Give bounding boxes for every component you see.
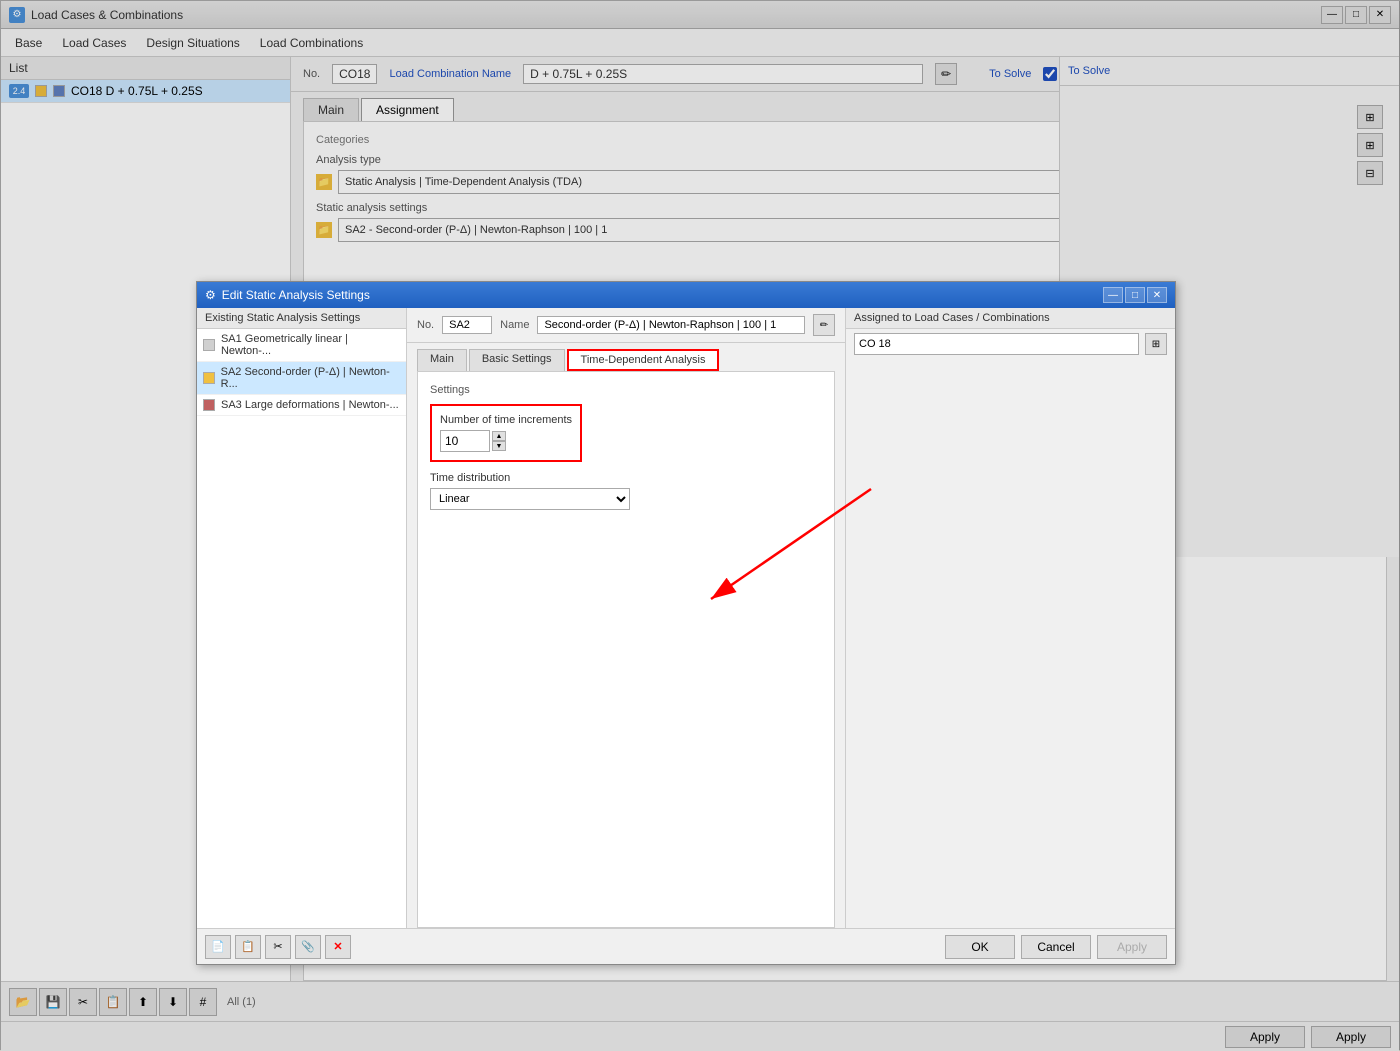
dialog-no-row: No. Name ✏ bbox=[407, 308, 845, 343]
sa3-text: SA3 Large deformations | Newton-... bbox=[221, 399, 399, 411]
main-window: ⚙ Load Cases & Combinations — □ ✕ Base L… bbox=[0, 0, 1400, 1050]
assigned-icon-btn[interactable]: ⊞ bbox=[1145, 333, 1167, 355]
dlg-copy-btn[interactable]: 📋 bbox=[235, 935, 261, 959]
number-increments-box: Number of time increments ▲ ▼ bbox=[430, 404, 582, 462]
dialog-left-header: Existing Static Analysis Settings bbox=[197, 308, 406, 329]
dialog-title-btns: — □ ✕ bbox=[1103, 287, 1167, 303]
dialog-assigned-row: ⊞ bbox=[846, 329, 1175, 359]
sa2-color bbox=[203, 372, 215, 384]
dialog-bottom: 📄 📋 ✂ 📎 ✕ OK Cancel Apply bbox=[197, 928, 1175, 964]
sa1-text: SA1 Geometrically linear | Newton-... bbox=[221, 333, 400, 357]
spinner-down-btn[interactable]: ▼ bbox=[492, 441, 506, 451]
dialog-content: Settings Number of time increments ▲ ▼ bbox=[417, 371, 835, 928]
dialog-right-header: Assigned to Load Cases / Combinations bbox=[846, 308, 1175, 329]
dialog-apply-btn[interactable]: Apply bbox=[1097, 935, 1167, 959]
num-inc-input[interactable] bbox=[440, 430, 490, 452]
sa3-color bbox=[203, 399, 215, 411]
dialog-no-label: No. bbox=[417, 319, 434, 331]
num-inc-input-row: ▲ ▼ bbox=[440, 430, 572, 452]
dialog-title: Edit Static Analysis Settings bbox=[222, 288, 1097, 302]
dialog-bottom-left: 📄 📋 ✂ 📎 ✕ bbox=[205, 935, 351, 959]
time-dist-select[interactable]: Linear bbox=[430, 488, 630, 510]
time-dist-label: Time distribution bbox=[430, 472, 822, 484]
dlg-paste-btn[interactable]: 📎 bbox=[295, 935, 321, 959]
sa1-color bbox=[203, 339, 215, 351]
assigned-input[interactable] bbox=[854, 333, 1139, 355]
dialog-ok-btn[interactable]: OK bbox=[945, 935, 1015, 959]
settings-label: Settings bbox=[430, 384, 822, 396]
spinner-btns: ▲ ▼ bbox=[492, 431, 506, 451]
dialog-middle-panel: No. Name ✏ Main Basic Settings Time-Depe… bbox=[407, 308, 845, 928]
dialog-tab-tda[interactable]: Time-Dependent Analysis bbox=[567, 349, 720, 371]
num-inc-label: Number of time increments bbox=[440, 414, 572, 426]
dlg-new-btn[interactable]: 📄 bbox=[205, 935, 231, 959]
dialog-edit-static: ⚙ Edit Static Analysis Settings — □ ✕ Ex… bbox=[196, 281, 1176, 965]
sa-item-2[interactable]: SA2 Second-order (P-Δ) | Newton-R... bbox=[197, 362, 406, 395]
dialog-name-input[interactable] bbox=[537, 316, 805, 334]
dlg-delete-btn[interactable]: ✕ bbox=[325, 935, 351, 959]
dialog-name-label: Name bbox=[500, 319, 529, 331]
dialog-tab-main[interactable]: Main bbox=[417, 349, 467, 371]
dialog-tab-basic[interactable]: Basic Settings bbox=[469, 349, 565, 371]
dialog-icon: ⚙ bbox=[205, 288, 216, 302]
dialog-right-panel: Assigned to Load Cases / Combinations ⊞ bbox=[845, 308, 1175, 928]
dialog-titlebar: ⚙ Edit Static Analysis Settings — □ ✕ bbox=[197, 282, 1175, 308]
sa-item-3[interactable]: SA3 Large deformations | Newton-... bbox=[197, 395, 406, 416]
dialog-tabs: Main Basic Settings Time-Dependent Analy… bbox=[407, 343, 845, 371]
dialog-body: Existing Static Analysis Settings SA1 Ge… bbox=[197, 308, 1175, 928]
dialog-name-edit-btn[interactable]: ✏ bbox=[813, 314, 835, 336]
sa2-text: SA2 Second-order (P-Δ) | Newton-R... bbox=[221, 366, 400, 390]
dlg-cut-btn[interactable]: ✂ bbox=[265, 935, 291, 959]
dialog-no-input[interactable] bbox=[442, 316, 492, 334]
dialog-left-panel: Existing Static Analysis Settings SA1 Ge… bbox=[197, 308, 407, 928]
dialog-close-btn[interactable]: ✕ bbox=[1147, 287, 1167, 303]
modal-overlay: ⚙ Edit Static Analysis Settings — □ ✕ Ex… bbox=[1, 1, 1400, 1051]
dialog-bottom-right: OK Cancel Apply bbox=[945, 935, 1167, 959]
dialog-minimize-btn[interactable]: — bbox=[1103, 287, 1123, 303]
dialog-cancel-btn[interactable]: Cancel bbox=[1021, 935, 1091, 959]
dialog-maximize-btn[interactable]: □ bbox=[1125, 287, 1145, 303]
spinner-up-btn[interactable]: ▲ bbox=[492, 431, 506, 441]
sa-item-1[interactable]: SA1 Geometrically linear | Newton-... bbox=[197, 329, 406, 362]
